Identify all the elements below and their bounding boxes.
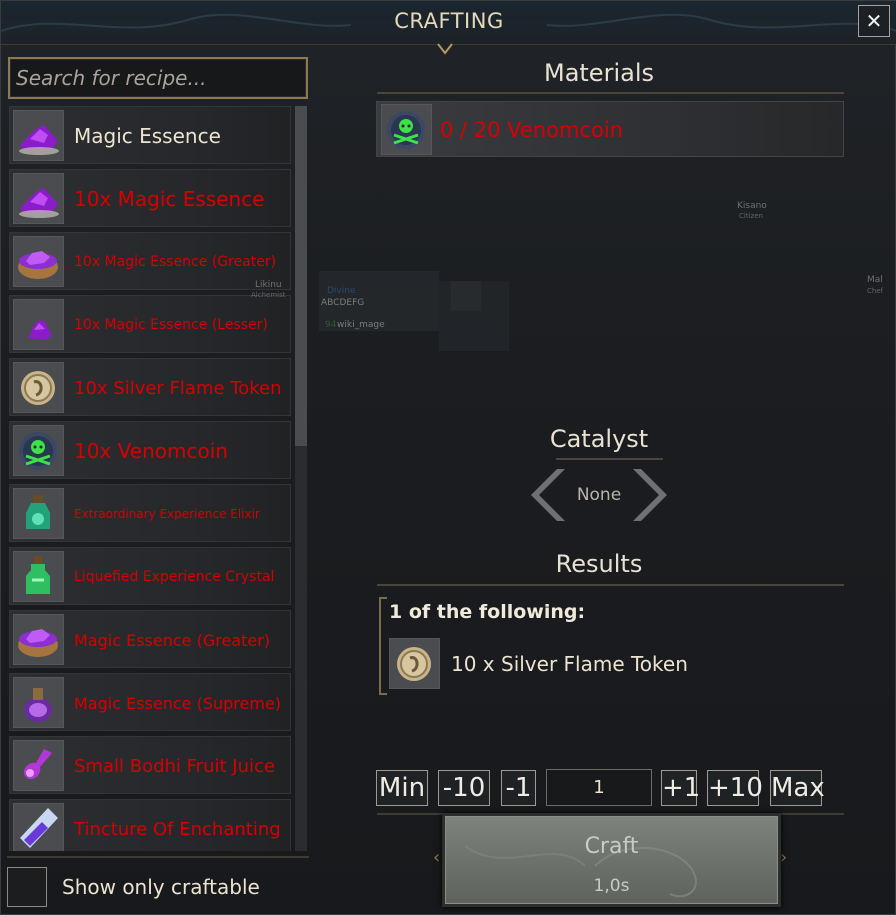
recipe-item[interactable]: Magic Essence (Greater) xyxy=(9,610,291,668)
recipe-item-label: Magic Essence (Greater) xyxy=(74,630,271,650)
recipe-item-label: 10x Venomcoin xyxy=(74,439,228,463)
quantity-max-button[interactable]: Max xyxy=(770,770,825,806)
venomcoin-icon xyxy=(381,104,432,155)
recipe-item[interactable]: Liquefied Experience Crystal xyxy=(9,547,291,605)
craft-button[interactable]: Craft 1,0s xyxy=(442,813,781,907)
show-only-craftable-label: Show only craftable xyxy=(62,875,260,899)
quantity-minus10-button[interactable]: -10 xyxy=(438,770,490,806)
tincture-icon xyxy=(13,803,64,851)
recipe-item[interactable]: Extraordinary Experience Elixir xyxy=(9,484,291,542)
results-underline xyxy=(377,584,844,586)
experience-elixir-icon xyxy=(13,488,64,539)
recipe-item[interactable]: 10x Magic Essence (Greater) xyxy=(9,232,291,290)
silver-flame-token-icon xyxy=(389,638,440,689)
catalyst-title: Catalyst xyxy=(549,425,649,453)
recipe-item-label: Magic Essence (Supreme) xyxy=(74,693,282,713)
recipe-item[interactable]: 10x Magic Essence xyxy=(9,169,291,227)
recipe-list-scrollbar[interactable] xyxy=(295,106,307,851)
materials-underline xyxy=(377,92,844,94)
recipe-search-input[interactable] xyxy=(10,59,306,97)
recipe-item[interactable]: Magic Essence (Supreme) xyxy=(9,673,291,731)
npc-title-mal: Chef xyxy=(867,287,884,295)
quantity-min-button[interactable]: Min xyxy=(376,770,428,806)
window-title: CRAFTING xyxy=(394,9,504,33)
recipe-item-label: 10x Silver Flame Token xyxy=(74,377,282,399)
catalyst-value: None xyxy=(576,485,622,505)
quantity-plus10-button[interactable]: +10 xyxy=(707,770,763,806)
magic-essence-icon xyxy=(13,110,64,161)
background-scene-art xyxy=(104,181,509,479)
npc-title-likinu: Alchemist xyxy=(251,291,286,299)
player-nameplate-divine: Divine xyxy=(327,286,356,296)
recipe-item[interactable]: Tincture Of Enchanting xyxy=(9,799,291,851)
npc-nameplate-likinu: Likinu xyxy=(255,280,282,290)
recipe-list-scroll-thumb[interactable] xyxy=(295,106,307,446)
craft-button-label: Craft xyxy=(584,834,639,859)
npc-title-kisano: Citizen xyxy=(739,212,763,220)
header-notch-icon xyxy=(437,43,453,55)
quantity-plus1-button[interactable]: +1 xyxy=(661,770,700,806)
craft-right-ornament-icon: › xyxy=(780,847,788,868)
recipe-item-label: 10x Magic Essence (Lesser) xyxy=(74,317,268,333)
npc-nameplate-mal: Mal xyxy=(867,275,883,285)
recipe-item-label: Liquefied Experience Crystal xyxy=(74,569,275,585)
show-only-craftable-checkbox[interactable] xyxy=(7,867,47,907)
recipe-item[interactable]: Magic Essence xyxy=(9,106,291,164)
left-divider xyxy=(7,856,309,858)
npc-nameplate-kisano: Kisano xyxy=(737,201,767,211)
craft-time: 1,0s xyxy=(593,876,630,896)
results-box: 1 of the following: 10 x Silver Flame To… xyxy=(379,597,844,695)
background-scene: Kisano Citizen Mal Chef Likinu Alchemist… xyxy=(104,161,896,581)
venomcoin-icon xyxy=(13,425,64,476)
magic-essence-lesser-icon xyxy=(13,299,64,350)
crafting-window: CRAFTING ✕ Magic Essence 10x Magic Essenc… xyxy=(0,0,896,915)
bodhi-juice-icon xyxy=(13,740,64,791)
recipe-item[interactable]: Small Bodhi Fruit Juice xyxy=(9,736,291,794)
material-requirement: 0 / 20 Venomcoin xyxy=(440,118,623,142)
recipe-item-label: Small Bodhi Fruit Juice xyxy=(74,755,275,777)
player-nameplate-wiki: wiki_mage xyxy=(337,320,385,330)
material-row: 0 / 20 Venomcoin xyxy=(376,101,844,157)
close-button[interactable]: ✕ xyxy=(858,5,890,37)
player-level: 94 xyxy=(325,320,337,330)
catalyst-underline xyxy=(556,458,663,460)
recipe-search xyxy=(8,57,308,99)
experience-crystal-icon xyxy=(13,551,64,602)
materials-title: Materials xyxy=(543,59,654,87)
magic-essence-greater-icon xyxy=(13,236,64,287)
player-guild-tag: ABCDEFG xyxy=(321,298,365,308)
recipe-item[interactable]: 10x Silver Flame Token xyxy=(9,358,291,416)
recipe-item-label: 10x Magic Essence xyxy=(74,187,265,211)
recipe-list: Magic Essence 10x Magic Essence 10x Magic … xyxy=(9,106,309,851)
quantity-input[interactable] xyxy=(546,769,652,806)
results-title: Results xyxy=(555,550,643,578)
catalyst-next-arrow-icon[interactable] xyxy=(629,467,669,523)
window-header: CRAFTING ✕ xyxy=(1,1,896,45)
magic-essence-greater-icon xyxy=(13,614,64,665)
recipe-item-label: Magic Essence xyxy=(74,124,221,148)
recipe-item-label: Tincture Of Enchanting xyxy=(74,818,281,840)
results-heading: 1 of the following: xyxy=(389,601,586,623)
recipe-item-label: Extraordinary Experience Elixir xyxy=(74,507,260,521)
recipe-item[interactable]: 10x Venomcoin xyxy=(9,421,291,479)
recipe-item[interactable]: 10x Magic Essence (Lesser) xyxy=(9,295,291,353)
magic-essence-icon xyxy=(13,173,64,224)
magic-essence-supreme-icon xyxy=(13,677,64,728)
silver-flame-token-icon xyxy=(13,362,64,413)
quantity-minus1-button[interactable]: -1 xyxy=(501,770,536,806)
result-item-label: 10 x Silver Flame Token xyxy=(451,652,688,676)
